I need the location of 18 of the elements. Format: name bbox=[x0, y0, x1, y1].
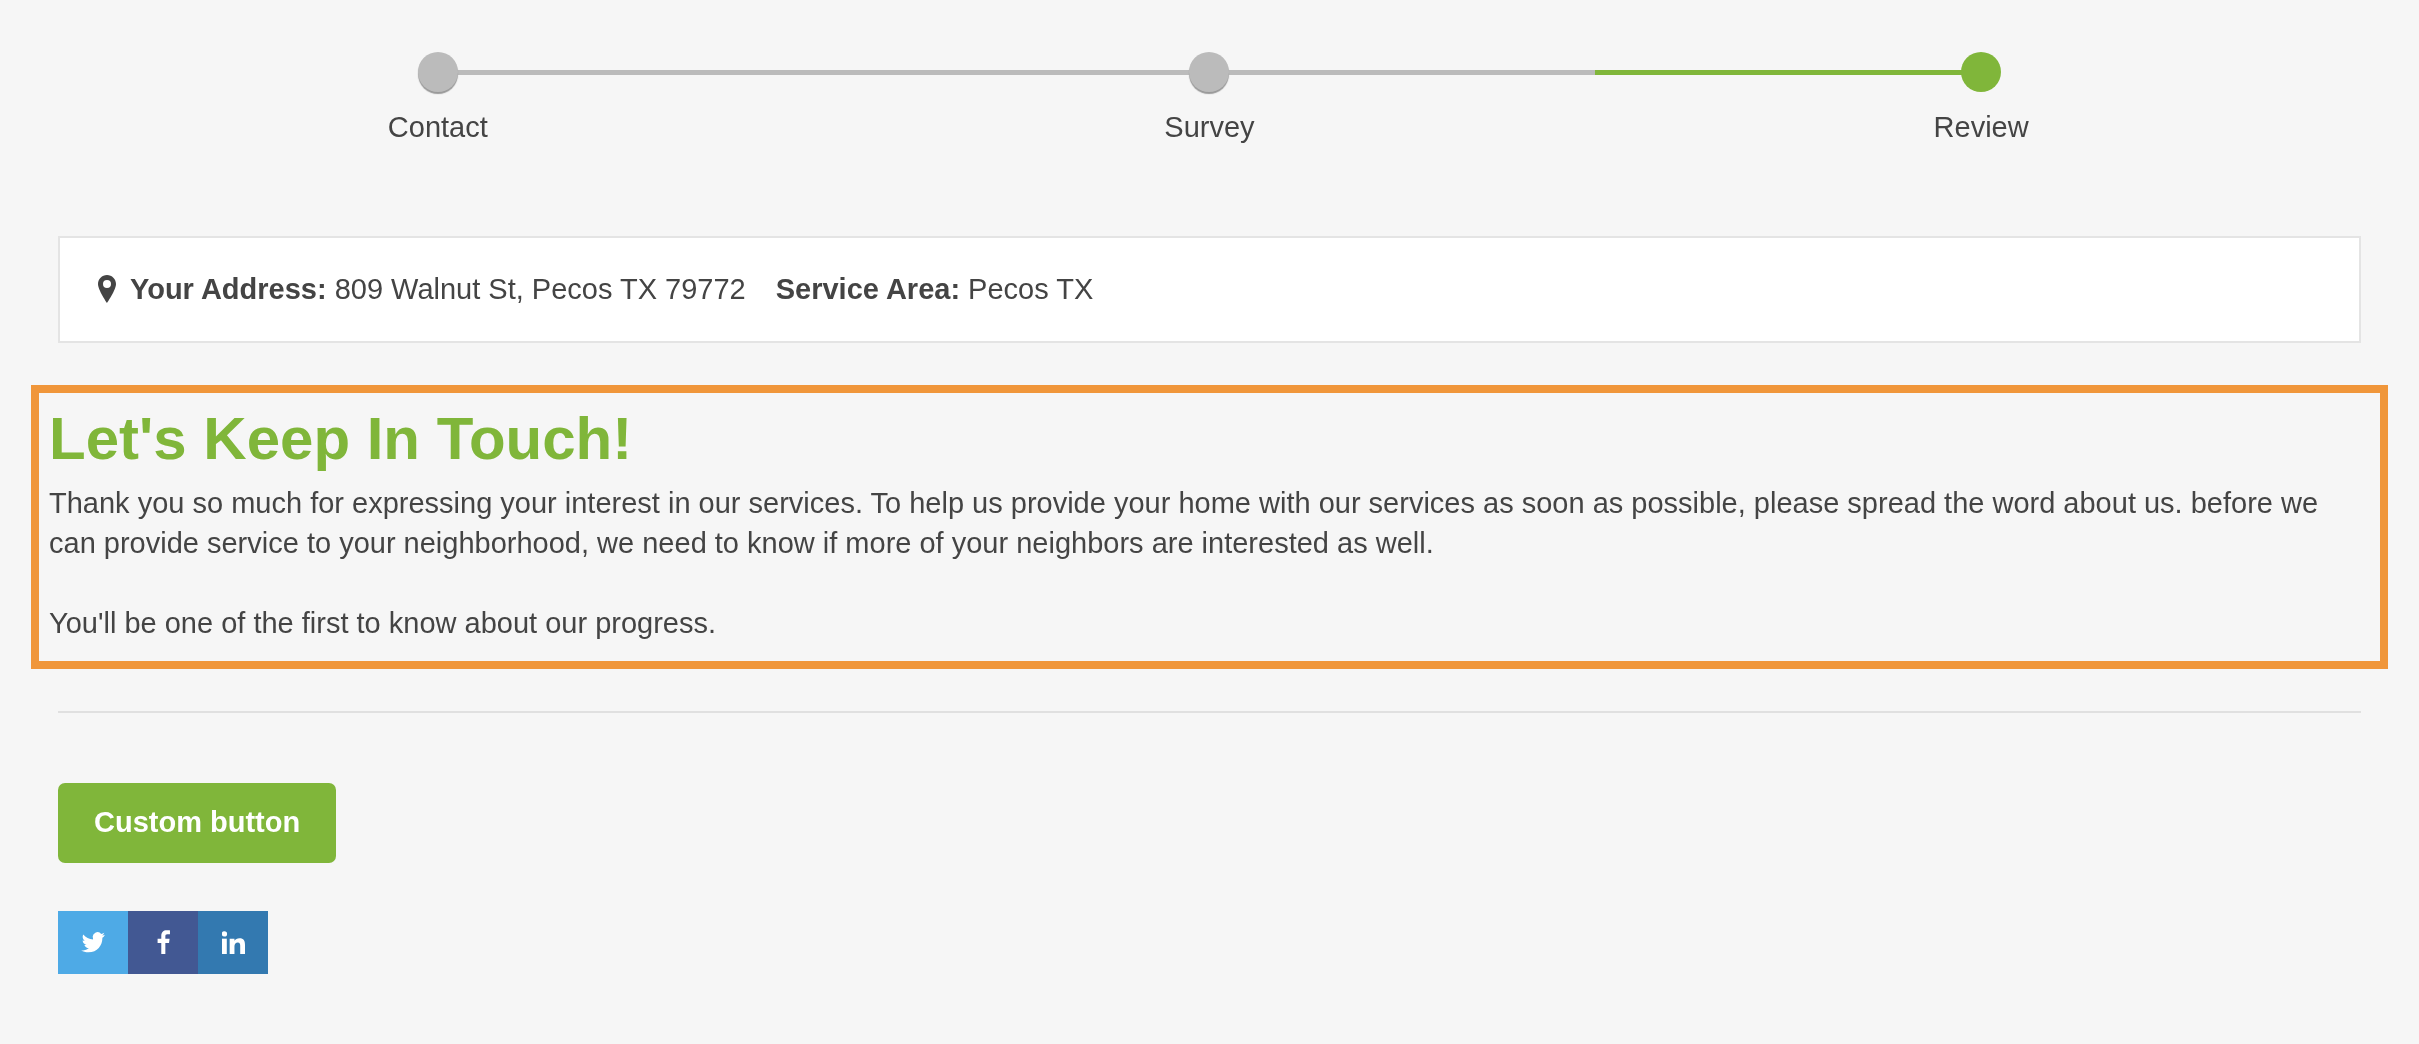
message-paragraph: You'll be one of the first to know about our progress. bbox=[49, 606, 718, 641]
map-pin-icon bbox=[98, 275, 116, 304]
step-label: Review bbox=[1933, 110, 2029, 145]
step-marker[interactable] bbox=[1189, 52, 1230, 92]
facebook-icon bbox=[156, 930, 170, 954]
bird-icon bbox=[80, 931, 106, 953]
message-paragraph: Thank you so much for expressing your interest in our services. To help us provide your home with our services as soon as possible, please spread the word about us. before we can provide service to your neighborhood, we need to know if more of your neighbors are interested as well. bbox=[49, 486, 2320, 561]
step-label: Survey bbox=[1164, 110, 1255, 145]
custom-button[interactable]: Custom button bbox=[58, 783, 337, 863]
step-marker[interactable] bbox=[417, 52, 458, 92]
linkedin-share-button[interactable] bbox=[198, 910, 268, 974]
step-label: Contact bbox=[387, 110, 488, 145]
message-heading: Let's Keep In Touch! bbox=[49, 404, 634, 474]
linkedin-icon bbox=[221, 930, 245, 954]
service-area-text: Service Area: Pecos TX bbox=[775, 271, 1094, 307]
facebook-share-button[interactable] bbox=[128, 910, 198, 974]
step-marker[interactable] bbox=[1961, 52, 2002, 92]
address-text: Your Address: 809 Walnut St, Pecos TX 79772 bbox=[130, 271, 746, 307]
